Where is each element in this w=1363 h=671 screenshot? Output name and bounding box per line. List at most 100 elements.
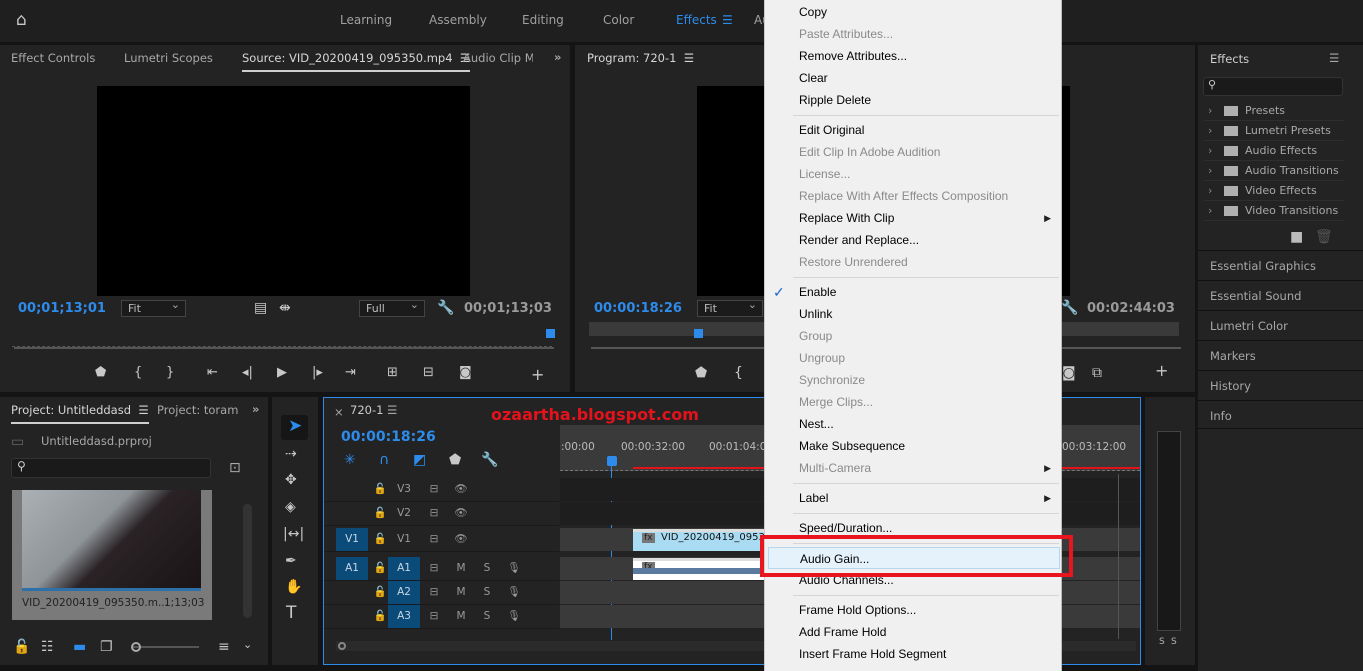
step-back-icon[interactable]: ◂| — [242, 365, 253, 380]
tab-program[interactable]: Program: 720-1 ☰ — [587, 51, 694, 70]
effects-item-video-transitions[interactable]: › Video Transitions — [1204, 201, 1344, 221]
microphone-icon[interactable]: 🎙 — [498, 557, 530, 580]
panel-markers[interactable]: Markers — [1198, 340, 1363, 369]
track-target[interactable]: A1 — [388, 557, 420, 580]
camera-icon[interactable]: ◙ — [459, 365, 472, 380]
marker-icon[interactable]: ⬟ — [695, 366, 707, 380]
wrench-icon[interactable]: 🔧 — [437, 301, 454, 315]
effects-item-video-effects[interactable]: › Video Effects — [1204, 181, 1344, 201]
menu-item-label[interactable]: Label ▶ — [765, 487, 1061, 509]
menu-icon[interactable]: ☰ — [1329, 51, 1339, 65]
lock-icon[interactable]: 🔓 — [13, 640, 30, 654]
workspace-assembly[interactable]: Assembly — [429, 13, 487, 27]
hand-tool-icon[interactable]: ✋ — [285, 580, 302, 594]
go-to-out-icon[interactable]: ⇥ — [345, 365, 356, 380]
pen-tool-icon[interactable]: ✒ — [285, 554, 297, 568]
menu-item-unlink[interactable]: Unlink — [765, 303, 1061, 325]
panel-lumetri-color[interactable]: Lumetri Color — [1198, 310, 1363, 339]
zoom-slider[interactable] — [131, 642, 199, 652]
menu-item-copy[interactable]: Copy — [765, 1, 1061, 23]
timeline-timecode[interactable]: 00:00:18:26 — [341, 429, 436, 445]
solo-left[interactable]: S — [1159, 637, 1165, 647]
microphone-icon[interactable]: 🎙 — [498, 605, 530, 628]
effects-item-presets[interactable]: › Presets — [1204, 101, 1344, 121]
find-icon[interactable]: ⊡ — [229, 461, 241, 475]
eye-icon[interactable]: 👁 — [445, 478, 477, 501]
menu-item-insert-frame-hold-segment[interactable]: Insert Frame Hold Segment — [765, 643, 1061, 665]
insert-icon[interactable]: ⊞ — [387, 365, 398, 380]
trash-icon[interactable]: 🗑 — [1315, 230, 1333, 244]
menu-icon[interactable]: ☰ — [676, 51, 694, 65]
workspace-menu-icon[interactable]: ☰ — [722, 13, 733, 27]
tab-project-toram[interactable]: Project: toram — [157, 403, 238, 417]
home-icon[interactable]: ⌂ — [16, 12, 27, 29]
workspace-effects[interactable]: Effects — [676, 13, 717, 27]
tab-lumetri-scopes[interactable]: Lumetri Scopes — [124, 51, 213, 65]
source-timecode[interactable]: 00;01;13;01 — [18, 301, 106, 316]
selection-tool-icon[interactable]: ➤ — [281, 415, 308, 440]
linked-selection-icon[interactable]: ◩ — [413, 453, 426, 467]
timeline-settings-wrench-icon[interactable]: 🔧 — [481, 453, 498, 467]
vertical-zoom-scrollbar[interactable] — [1118, 474, 1128, 639]
add-button-icon[interactable]: + — [1155, 363, 1168, 379]
tab-audio-clip-mixer[interactable]: Audio Clip Mi: — [463, 51, 533, 65]
sort-icon[interactable]: ≡ — [218, 640, 230, 654]
chevron-down-icon[interactable]: ⌄ — [243, 638, 252, 652]
more-tabs-icon[interactable]: » — [554, 50, 561, 64]
marker-icon[interactable]: ⬟ — [95, 365, 106, 380]
microphone-icon[interactable]: 🎙 — [498, 581, 530, 604]
camera-icon[interactable]: ◙ — [1062, 366, 1076, 380]
source-playhead[interactable] — [546, 329, 555, 338]
source-quality-dropdown[interactable]: Full — [359, 298, 425, 317]
snap-magnet-icon[interactable]: ∩ — [379, 453, 389, 467]
mark-out-icon[interactable]: } — [166, 365, 174, 380]
slider-handle[interactable] — [131, 642, 141, 652]
track-target[interactable]: V3 — [388, 478, 420, 501]
slip-tool-icon[interactable]: |↔| — [283, 527, 304, 541]
panel-history[interactable]: History — [1198, 370, 1363, 399]
menu-item-remove-attributes[interactable]: Remove Attributes... — [765, 45, 1061, 67]
project-scrollbar[interactable] — [243, 504, 252, 618]
effects-item-lumetri-presets[interactable]: › Lumetri Presets — [1204, 121, 1344, 141]
eye-icon[interactable]: 👁 — [445, 502, 477, 525]
workspace-color[interactable]: Color — [603, 13, 634, 27]
ripple-edit-tool-icon[interactable]: ✥ — [285, 473, 297, 487]
menu-item-edit-original[interactable]: Edit Original — [765, 119, 1061, 141]
timeline-playhead[interactable] — [607, 456, 617, 466]
razor-tool-icon[interactable]: ◈ — [285, 500, 296, 514]
eye-icon[interactable]: 👁 — [445, 528, 477, 551]
menu-item-clear[interactable]: Clear — [765, 67, 1061, 89]
program-timecode[interactable]: 00:00:18:26 — [594, 301, 682, 316]
close-icon[interactable]: × — [334, 405, 344, 419]
menu-item-frame-hold-options[interactable]: Frame Hold Options... — [765, 599, 1061, 621]
menu-item-replace-with-clip[interactable]: Replace With Clip ▶ — [765, 207, 1061, 229]
tab-effect-controls[interactable]: Effect Controls — [11, 51, 95, 65]
menu-item-ripple-delete[interactable]: Ripple Delete — [765, 89, 1061, 111]
menu-item-nest[interactable]: Nest... — [765, 413, 1061, 435]
project-search-input[interactable]: ⚲ — [11, 458, 211, 478]
add-button-icon[interactable]: + — [531, 365, 544, 384]
track-target[interactable]: A2 — [388, 581, 420, 604]
source-fit-dropdown[interactable]: Fit — [121, 298, 186, 317]
snap-nest-icon[interactable]: ✳ — [344, 453, 356, 467]
timeline-title[interactable]: 720-1 — [350, 403, 383, 417]
menu-item-make-subsequence[interactable]: Make Subsequence — [765, 435, 1061, 457]
workspace-editing[interactable]: Editing — [522, 13, 564, 27]
track-target[interactable]: V1 — [388, 528, 420, 551]
track-target[interactable]: V2 — [388, 502, 420, 525]
step-forward-icon[interactable]: |▸ — [312, 365, 323, 380]
panel-essential-sound[interactable]: Essential Sound — [1198, 280, 1363, 309]
menu-icon[interactable]: ☰ — [131, 403, 148, 417]
mark-in-icon[interactable]: { — [134, 365, 142, 380]
clip-audio[interactable]: fx — [633, 558, 764, 580]
solo-right[interactable]: S — [1171, 637, 1177, 647]
play-icon[interactable]: ▶ — [277, 365, 287, 380]
track-target[interactable]: A3 — [388, 605, 420, 628]
new-bin-icon[interactable]: ■ — [1290, 230, 1303, 244]
list-view-icon[interactable]: ☷ — [41, 640, 54, 654]
scroll-handle[interactable] — [338, 642, 346, 650]
menu-item-enable[interactable]: Enable ✓ — [765, 281, 1061, 303]
menu-item-add-frame-hold[interactable]: Add Frame Hold — [765, 621, 1061, 643]
menu-icon[interactable]: ☰ — [387, 403, 397, 417]
drag-video-icon[interactable]: ⇼ — [279, 301, 291, 315]
